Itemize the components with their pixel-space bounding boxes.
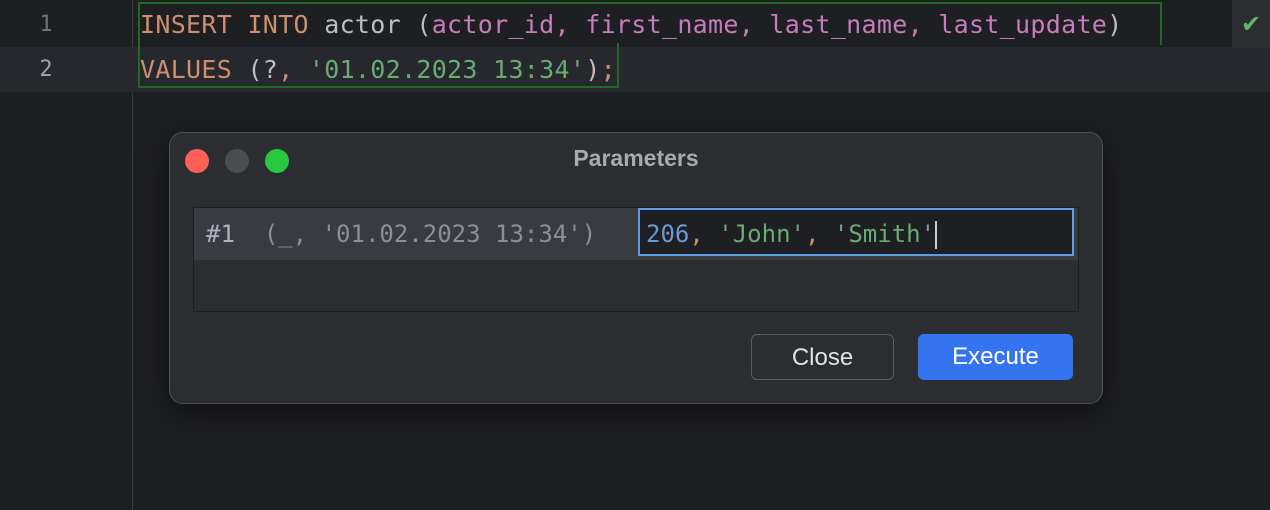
parameter-label: #1 (_, '01.02.2023 13:34')	[206, 208, 596, 260]
close-button[interactable]: Close	[751, 334, 894, 380]
dialog-title: Parameters	[573, 145, 699, 171]
line-number: 1	[39, 12, 53, 37]
table-row[interactable]: #1 (_, '01.02.2023 13:34') 206, 'John', …	[194, 208, 1078, 260]
value-number: 206	[646, 220, 690, 248]
check-icon[interactable]: ✔	[1232, 0, 1270, 48]
parameters-table: #1 (_, '01.02.2023 13:34') 206, 'John', …	[193, 207, 1079, 312]
value-string: 'John'	[718, 220, 805, 248]
value-separator: ,	[804, 220, 834, 248]
execute-button[interactable]: Execute	[918, 334, 1073, 380]
text-caret	[935, 221, 938, 249]
parameter-value-input[interactable]: 206, 'John', 'Smith'	[638, 208, 1074, 256]
parameter-context: (_, '01.02.2023 13:34')	[263, 220, 597, 248]
statement-highlight	[138, 43, 619, 88]
line-number: 2	[39, 57, 53, 82]
value-string: 'Smith'	[833, 220, 936, 248]
parameter-index: #1	[206, 220, 235, 248]
parameters-dialog: Parameters #1 (_, '01.02.2023 13:34') 20…	[169, 132, 1103, 404]
statement-highlight	[138, 2, 1162, 45]
value-separator: ,	[689, 220, 719, 248]
